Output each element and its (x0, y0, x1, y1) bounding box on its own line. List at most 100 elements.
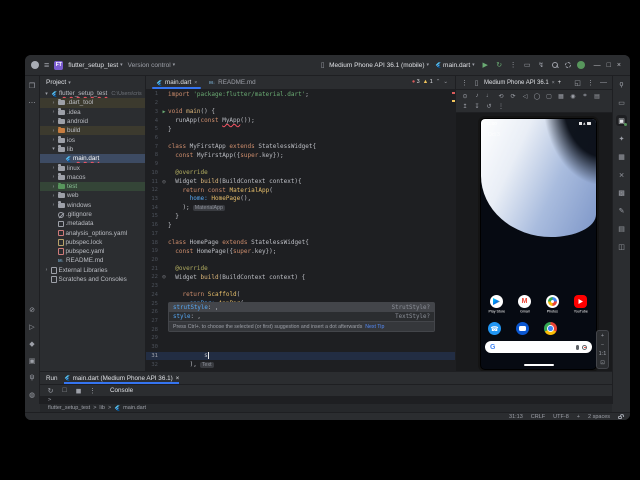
home-button[interactable]: ◯ (533, 92, 541, 100)
code-line[interactable]: 11 ◎ Widget build (BuildContext context){ (146, 177, 455, 186)
project-panel-header[interactable]: Project ▾ (40, 76, 145, 89)
screen-record-button[interactable]: ⌗ (581, 92, 589, 100)
google-search-bar[interactable]: G (485, 341, 592, 353)
completion-item-style[interactable]: style: , TextStyle? (169, 312, 434, 321)
tree-item-ios[interactable]: › ios (40, 135, 145, 144)
tree-item-lib[interactable]: ▾ lib (40, 145, 145, 154)
maximize-button[interactable]: □ (604, 62, 614, 69)
resource-manager-icon[interactable]: ◫ (616, 241, 627, 252)
code-line[interactable]: 8 const MyFirstApp({super .key}); (146, 151, 455, 160)
chrome-icon[interactable] (544, 322, 557, 335)
tree-item-readme-md[interactable]: M↓ README.md (40, 256, 145, 265)
tree-item-android[interactable]: › android (40, 117, 145, 126)
notifications-icon[interactable]: ϙ (616, 79, 627, 90)
tree-arrow-icon[interactable]: › (51, 165, 56, 171)
tree-arrow-icon[interactable]: › (51, 137, 56, 143)
structure-icon[interactable]: ▤ (616, 223, 627, 234)
close-run-tab-icon[interactable]: × (176, 375, 180, 382)
stop-button[interactable]: ◼ (74, 386, 83, 395)
app-gmail[interactable]: M Gmail (518, 295, 531, 315)
main-menu-icon[interactable]: ≡ (44, 60, 49, 70)
code-line[interactable]: 24 return Scaffold( (146, 291, 455, 300)
code-line[interactable]: 32 ), Text (146, 360, 455, 369)
add-device-tab-button[interactable]: + (558, 80, 562, 86)
version-control-menu[interactable]: Version control ▾ (128, 62, 176, 69)
panel-options-kebab[interactable]: ⋮ (586, 78, 595, 87)
code-line[interactable]: 29 (146, 334, 455, 343)
breadcrumb-item[interactable]: main.dart (123, 405, 146, 411)
app-insights-icon[interactable]: ▦ (616, 151, 627, 162)
app-photos[interactable]: Photos (546, 295, 559, 315)
project-tool-icon[interactable]: ❒ (27, 80, 38, 91)
tree-item-scratches-and-consoles[interactable]: Scratches and Consoles (40, 275, 145, 284)
settings-gear-icon[interactable] (564, 62, 571, 68)
tree-item-test[interactable]: › test (40, 181, 145, 192)
close-device-tab-icon[interactable]: × (552, 80, 555, 86)
account-avatar[interactable] (576, 61, 585, 69)
code-line[interactable]: 10 @override (146, 168, 455, 177)
code-line[interactable]: 17 (146, 230, 455, 239)
build-variants-icon[interactable]: ⨯ (616, 169, 627, 180)
device-selector[interactable]: ▯ Medium Phone API 36.1 (mobile) ▾ (318, 61, 429, 70)
zoom-reset-button[interactable]: 1:1 (599, 351, 607, 357)
override-gutter-icon[interactable]: ◎ (160, 274, 168, 280)
app-play-store[interactable]: Play Store (488, 295, 505, 315)
tree-item-analysis-options-yaml[interactable]: analysis_options.yaml (40, 228, 145, 237)
swipe-down-button[interactable]: ↧ (473, 102, 481, 110)
commit-tool-icon[interactable]: ⊘ (27, 304, 38, 315)
tree-item-pubspec-yaml[interactable]: pubspec.yaml (40, 247, 145, 256)
run-gutter-icon[interactable]: ▶ (160, 109, 168, 115)
device-manager-stripe-icon[interactable]: ▭ (616, 97, 627, 108)
code-line[interactable]: 14 ); MaterialApp (146, 203, 455, 212)
tree-item-web[interactable]: › web (40, 191, 145, 200)
console-output[interactable]: > (40, 396, 612, 404)
photos-icon[interactable] (546, 295, 559, 308)
run-more-kebab[interactable]: ⋮ (88, 386, 97, 395)
profiler-icon[interactable]: ↯ (537, 61, 546, 70)
run-panel-label[interactable]: Run (46, 375, 58, 382)
youtube-icon[interactable] (574, 295, 587, 308)
editor-tab-main-dart[interactable]: main.dart × (150, 76, 203, 89)
rotate-right-button[interactable]: ⟳ (509, 92, 517, 100)
services-tool-icon[interactable]: ▣ (27, 355, 38, 366)
indent-size[interactable]: 2 spaces (588, 414, 610, 420)
close-button[interactable]: × (614, 62, 624, 69)
tree-arrow-icon[interactable]: › (51, 100, 56, 106)
zoom-in-button[interactable]: + (601, 333, 604, 339)
layout-inspector-icon[interactable]: ✎ (616, 205, 627, 216)
rerun-button[interactable]: ↻ (46, 386, 55, 395)
tree-arrow-icon[interactable]: › (51, 193, 56, 199)
tree-item--dart-tool[interactable]: › .dart_tool (40, 98, 145, 108)
volume-up-button[interactable]: ♪ (473, 92, 481, 100)
prev-problem-icon[interactable]: ⌃ (436, 79, 441, 85)
code-line[interactable]: 21 @override (146, 264, 455, 273)
tree-arrow-icon[interactable]: › (44, 267, 49, 273)
lens-icon[interactable] (582, 344, 587, 350)
mic-icon[interactable] (576, 344, 579, 350)
emulator-screen[interactable]: 11:00 Oct 3 Play Store M Gmail Photos YouTub… (481, 119, 596, 369)
device-tab[interactable]: Medium Phone API 36.1 (484, 80, 549, 86)
code-line[interactable]: 9 (146, 160, 455, 169)
code-line[interactable]: 13 home: HomePage (), (146, 195, 455, 204)
line-ending[interactable]: CRLF (531, 414, 545, 420)
tree-item--metadata[interactable]: .metadata (40, 219, 145, 228)
close-tab-icon[interactable]: × (194, 80, 197, 86)
hide-panel-icon[interactable]: — (599, 78, 608, 87)
minimize-button[interactable]: — (591, 62, 604, 69)
tree-item--gitignore[interactable]: .gitignore (40, 210, 145, 219)
code-line[interactable]: 16} (146, 221, 455, 230)
volume-down-button[interactable]: ♩ (485, 92, 493, 100)
code-area[interactable]: 1 import 'package:flutter/material.dart';… (146, 90, 455, 404)
camera-button[interactable]: ▤ (593, 92, 601, 100)
override-gutter-icon[interactable]: ◎ (160, 179, 168, 185)
code-line[interactable]: 12 return const MaterialApp( (146, 186, 455, 195)
console-tab[interactable]: Console (110, 387, 133, 394)
gmail-icon[interactable]: M (518, 295, 531, 308)
code-line[interactable]: 6 (146, 134, 455, 143)
unlock-icon[interactable] (618, 414, 624, 420)
tree-item-linux[interactable]: › linux (40, 163, 145, 172)
breadcrumb-item[interactable]: flutter_setup_test (48, 405, 90, 411)
next-tip-link[interactable]: Next Tip (365, 324, 384, 330)
tree-arrow-icon[interactable]: › (51, 119, 56, 125)
float-window-icon[interactable]: ◱ (573, 78, 582, 87)
